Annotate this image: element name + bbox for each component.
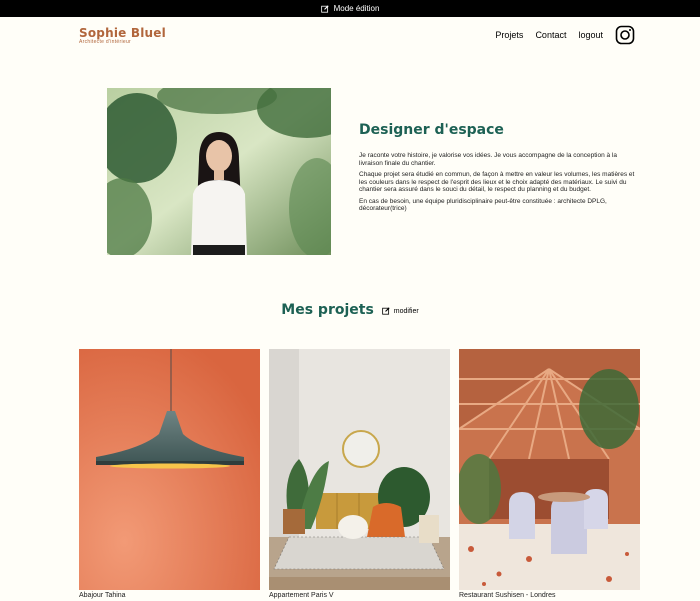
site-header: Sophie Bluel Architecte d'intérieur Proj… — [79, 25, 639, 50]
intro-title: Designer d'espace — [359, 122, 504, 138]
project-card[interactable]: Abajour Tahina — [79, 349, 260, 599]
project-caption: Abajour Tahina — [79, 592, 126, 599]
logo-subtitle: Architecte d'intérieur — [79, 39, 132, 45]
nav-item-projets[interactable]: Projets — [495, 25, 523, 45]
project-caption: Appartement Paris V — [269, 592, 334, 599]
project-card[interactable]: Appartement Paris V — [269, 349, 450, 599]
project-caption: Restaurant Sushisen - Londres — [459, 592, 556, 599]
edit-mode-label: Mode édition — [333, 4, 380, 13]
modify-button[interactable]: modifier — [382, 307, 419, 315]
intro-section: Designer d'espace Je raconte votre histo… — [359, 122, 641, 217]
intro-paragraph: En cas de besoin, une équipe pluridiscip… — [359, 197, 607, 213]
nav-item-logout[interactable]: logout — [578, 25, 603, 45]
instagram-icon[interactable] — [615, 25, 635, 45]
edit-mode-bar[interactable]: Mode édition — [0, 0, 700, 17]
project-card[interactable]: Restaurant Sushisen - Londres — [459, 349, 640, 599]
nav-item-contact[interactable]: Contact — [535, 25, 566, 45]
modify-label: modifier — [393, 307, 419, 315]
projects-header: Mes projets modifier — [0, 302, 700, 318]
edit-icon — [382, 307, 390, 315]
project-image-lamp — [79, 349, 260, 590]
project-image-apartment — [269, 349, 450, 590]
intro-paragraph: Chaque projet sera étudié en commun, de … — [359, 171, 635, 193]
architect-portrait — [107, 88, 331, 255]
projects-title: Mes projets — [281, 302, 374, 318]
edit-icon — [320, 4, 329, 13]
intro-paragraph: Je raconte votre histoire, je valorise v… — [359, 152, 617, 167]
main-nav: Projets Contact logout — [483, 25, 635, 45]
project-image-restaurant — [459, 349, 640, 590]
logo-title[interactable]: Sophie Bluel — [79, 26, 166, 40]
